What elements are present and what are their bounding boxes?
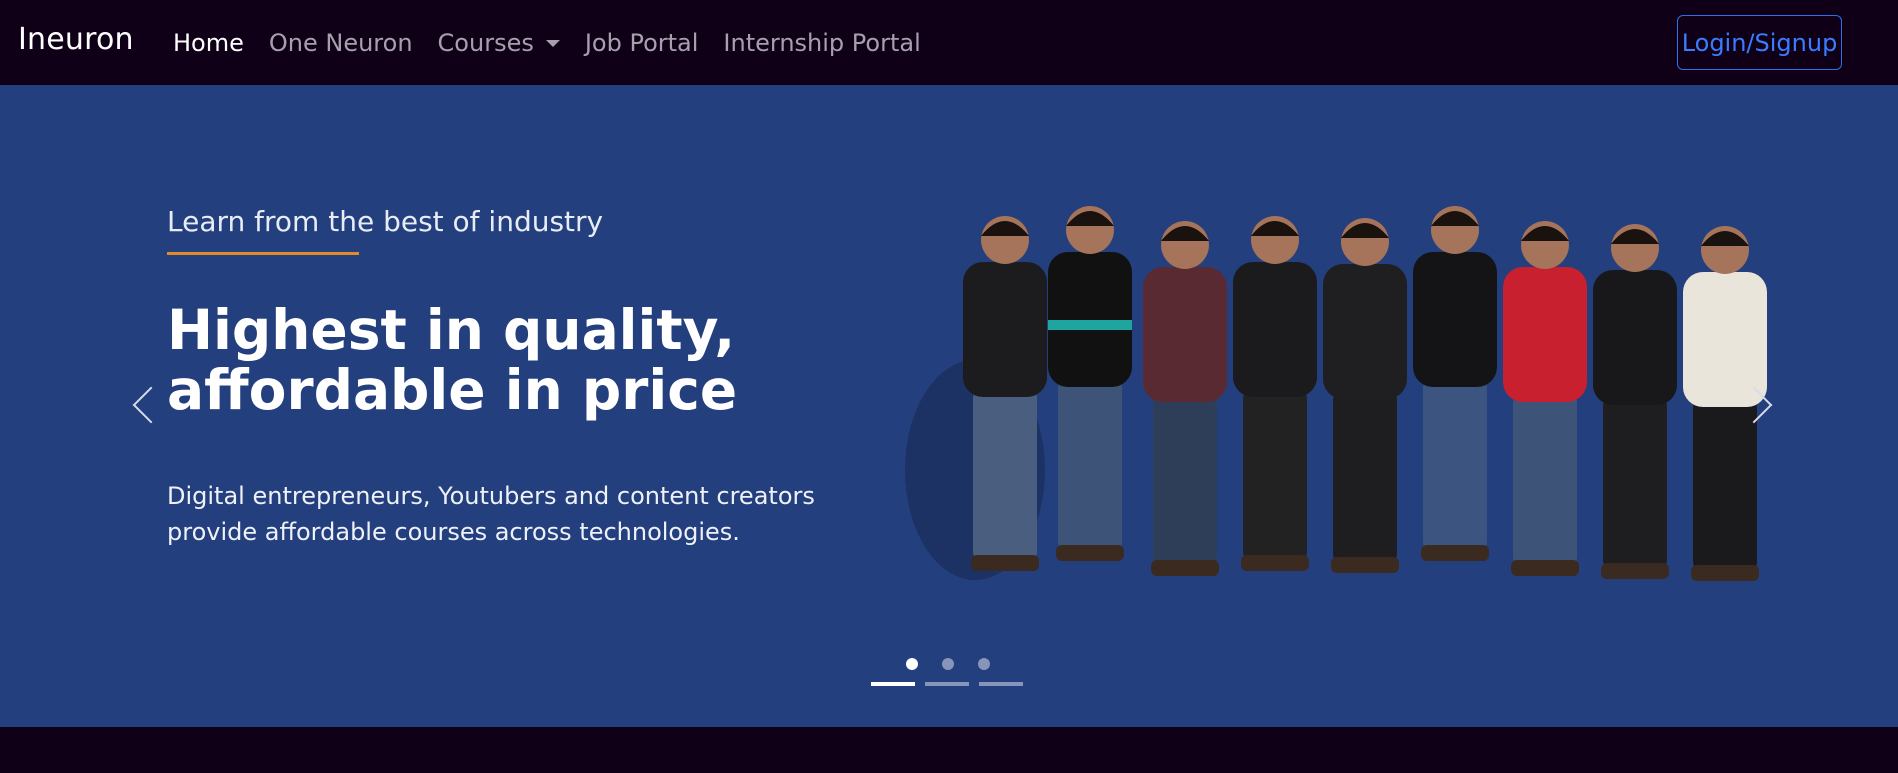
- eyebrow-underline: [167, 252, 359, 255]
- carousel-dots: [906, 658, 1014, 670]
- nav-job-portal-label: Job Portal: [584, 28, 699, 57]
- team-member-figure: [963, 216, 1047, 571]
- team-group-photo: [905, 206, 1767, 581]
- team-member-figure: [1413, 206, 1497, 561]
- nav-one-neuron[interactable]: One Neuron: [269, 29, 413, 57]
- carousel-indicator-1[interactable]: [871, 682, 915, 686]
- carousel-indicator-3[interactable]: [979, 682, 1023, 686]
- nav-internship-portal-label: Internship Portal: [723, 28, 921, 57]
- nav-internship-portal[interactable]: Internship Portal: [723, 29, 920, 57]
- team-member-figure: [1503, 221, 1587, 576]
- nav-home-label: Home: [173, 28, 244, 57]
- hero-description-line2: provide affordable courses across techno…: [167, 518, 740, 546]
- carousel-indicators: [871, 682, 1033, 686]
- top-navbar: Ineuron Home One Neuron Courses Job Port…: [0, 0, 1898, 85]
- bottom-strip: [0, 727, 1898, 773]
- nav-one-neuron-label: One Neuron: [268, 28, 413, 57]
- team-member-figure: [1323, 218, 1407, 573]
- nav-job-portal[interactable]: Job Portal: [585, 29, 699, 57]
- carousel-dot-2[interactable]: [942, 658, 954, 670]
- carousel-prev-arrow-icon[interactable]: [132, 386, 170, 424]
- hero-description-line1: Digital entrepreneurs, Youtubers and con…: [167, 482, 815, 510]
- login-signup-button[interactable]: Login/Signup: [1677, 15, 1842, 70]
- team-member-figure: [1233, 216, 1317, 571]
- hero-headline-line2: affordable in price: [167, 358, 738, 422]
- nav-courses-label: Courses: [437, 28, 534, 57]
- hero-carousel: Learn from the best of industry Highest …: [0, 85, 1898, 727]
- hero-headline: Highest in quality, affordable in price: [167, 300, 787, 420]
- carousel-indicator-2[interactable]: [925, 682, 969, 686]
- team-member-figure: [1048, 206, 1132, 561]
- hero-description: Digital entrepreneurs, Youtubers and con…: [167, 478, 847, 550]
- team-member-figure: [1593, 224, 1677, 579]
- nav-links: Home One Neuron Courses Job Portal Inter…: [173, 0, 946, 85]
- team-member-figure: [1143, 221, 1227, 576]
- nav-courses-dropdown[interactable]: Courses: [438, 29, 560, 57]
- carousel-dot-3[interactable]: [978, 658, 990, 670]
- nav-home[interactable]: Home: [173, 29, 244, 57]
- carousel-dot-1[interactable]: [906, 658, 918, 670]
- brand-logo[interactable]: Ineuron: [18, 22, 134, 57]
- chevron-down-icon: [545, 40, 560, 47]
- hero-eyebrow: Learn from the best of industry: [167, 205, 604, 238]
- hero-headline-line1: Highest in quality,: [167, 298, 736, 362]
